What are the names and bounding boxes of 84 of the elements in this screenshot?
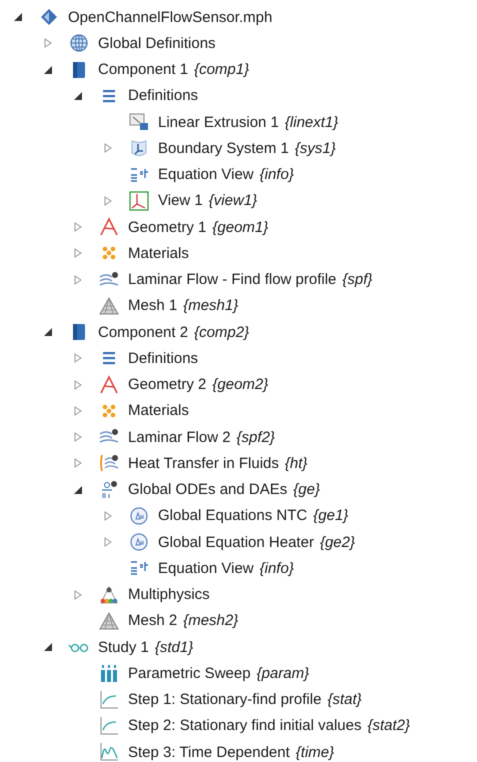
- tree-item-tag: {spf}: [342, 272, 372, 288]
- tree-item-tag: {ge}: [293, 482, 320, 498]
- tree-item-label[interactable]: View 1: [158, 193, 203, 208]
- expanded-arrow-icon[interactable]: [43, 642, 53, 652]
- tree-item-label[interactable]: Global ODEs and DAEs: [128, 482, 288, 498]
- tree-item-tag: {comp1}: [194, 62, 250, 78]
- tree-item-label[interactable]: Heat Transfer in Fluids: [128, 456, 279, 471]
- tree-item-label[interactable]: Definitions: [128, 350, 198, 366]
- tree-item-label[interactable]: Materials: [128, 403, 189, 418]
- tree-item-tag: {ge1}: [313, 508, 348, 524]
- tree-item-label[interactable]: Global Definitions: [98, 36, 216, 51]
- geometry-icon: [98, 216, 120, 238]
- collapsed-arrow-icon[interactable]: [73, 248, 83, 258]
- tree-item-label[interactable]: Mesh 2: [128, 613, 178, 628]
- collapsed-arrow-icon[interactable]: [43, 38, 53, 48]
- tree-item-tag: {geom2}: [212, 377, 268, 392]
- collapsed-arrow-icon[interactable]: [103, 537, 113, 548]
- collapsed-arrow-icon[interactable]: [73, 222, 83, 232]
- collapsed-arrow-icon[interactable]: [103, 196, 113, 206]
- collapsed-arrow-icon[interactable]: [103, 510, 113, 521]
- geometry-icon: [98, 374, 120, 396]
- tree-item-label[interactable]: Mesh 1: [128, 298, 178, 314]
- tree-item-tag: {mesh1}: [183, 298, 238, 314]
- tree-item-tag: {stat2}: [367, 718, 410, 734]
- collapsed-arrow-icon[interactable]: [73, 458, 83, 468]
- tree-item-label[interactable]: Step 1: Stationary-find profile: [128, 692, 322, 708]
- tree-item-tag: {view1}: [208, 193, 258, 208]
- globe-icon: [68, 32, 90, 54]
- tree-item-tag: {ge2}: [320, 534, 355, 550]
- tree-item-label[interactable]: Laminar Flow - Find flow profile: [128, 272, 336, 288]
- collapsed-arrow-icon[interactable]: [73, 406, 83, 416]
- delta-circle-icon: [128, 531, 150, 554]
- collapsed-arrow-icon[interactable]: [73, 432, 83, 442]
- collapsed-arrow-icon[interactable]: [103, 143, 113, 154]
- tree-item-label[interactable]: Global Equations NTC: [158, 508, 308, 524]
- tree-item-tag: {mesh2}: [183, 613, 238, 628]
- tree-item-label[interactable]: Laminar Flow 2: [128, 430, 231, 445]
- sweep-bars-icon: [98, 662, 120, 684]
- expanded-arrow-icon[interactable]: [73, 90, 83, 101]
- delta-circle-icon: [128, 504, 150, 527]
- expanded-arrow-icon[interactable]: [73, 484, 83, 495]
- expanded-arrow-icon[interactable]: [43, 327, 53, 338]
- tree-item-label[interactable]: Component 1: [98, 62, 188, 78]
- tree-item-label[interactable]: OpenChannelFlowSensor.mph: [68, 10, 272, 25]
- tree-item-label[interactable]: Step 3: Time Dependent: [128, 744, 290, 760]
- tree-item-label[interactable]: Geometry 1: [128, 220, 206, 235]
- tree-item-label[interactable]: Materials: [128, 246, 189, 261]
- tree-item-label[interactable]: Global Equation Heater: [158, 534, 314, 550]
- tree-item-tag: {param}: [256, 666, 310, 681]
- tree-item-label[interactable]: Step 2: Stationary find initial values: [128, 718, 362, 734]
- view-axes-icon: [128, 190, 150, 212]
- tree-item-tag: {ht}: [284, 456, 308, 471]
- expanded-arrow-icon[interactable]: [43, 64, 53, 75]
- mesh-icon: [98, 294, 120, 317]
- collapsed-arrow-icon[interactable]: [73, 353, 83, 364]
- tree-item-tag: {spf2}: [236, 430, 275, 445]
- tree-item-tag: {stat}: [327, 692, 362, 708]
- tree-item-tag: {std1}: [154, 640, 194, 655]
- tree-item-tag: {linext1}: [284, 114, 338, 130]
- tree-item-label[interactable]: Definitions: [128, 88, 198, 104]
- tree-item-tag: {sys1}: [294, 140, 336, 156]
- tree-item-label[interactable]: Geometry 2: [128, 377, 206, 392]
- stationary-curve-icon: [98, 714, 120, 737]
- collapsed-arrow-icon[interactable]: [73, 274, 83, 285]
- tree-item-tag: {comp2}: [194, 324, 250, 340]
- tree-item-tag: {info}: [260, 167, 294, 182]
- time-curve-icon: [98, 741, 120, 762]
- tree-item-label[interactable]: Equation View: [158, 560, 254, 576]
- mesh-icon: [98, 610, 120, 632]
- tree-item-label[interactable]: Boundary System 1: [158, 140, 289, 156]
- tree-item-label[interactable]: Parametric Sweep: [128, 666, 251, 681]
- collapsed-arrow-icon[interactable]: [73, 380, 83, 390]
- expanded-arrow-icon[interactable]: [13, 12, 23, 22]
- multiphysics-icon: [98, 584, 120, 606]
- tree-item-label[interactable]: Multiphysics: [128, 587, 210, 602]
- tree-item-tag: {geom1}: [212, 220, 268, 235]
- tree-item-tag: {time}: [296, 744, 334, 760]
- collapsed-arrow-icon[interactable]: [73, 590, 83, 600]
- stationary-curve-icon: [98, 688, 120, 711]
- tree-item-label[interactable]: Study 1: [98, 640, 149, 655]
- tree-item-label[interactable]: Linear Extrusion 1: [158, 114, 279, 130]
- tree-item-label[interactable]: Component 2: [98, 324, 188, 340]
- tree-item-tag: {info}: [260, 560, 294, 576]
- tree-item-label[interactable]: Equation View: [158, 167, 254, 182]
